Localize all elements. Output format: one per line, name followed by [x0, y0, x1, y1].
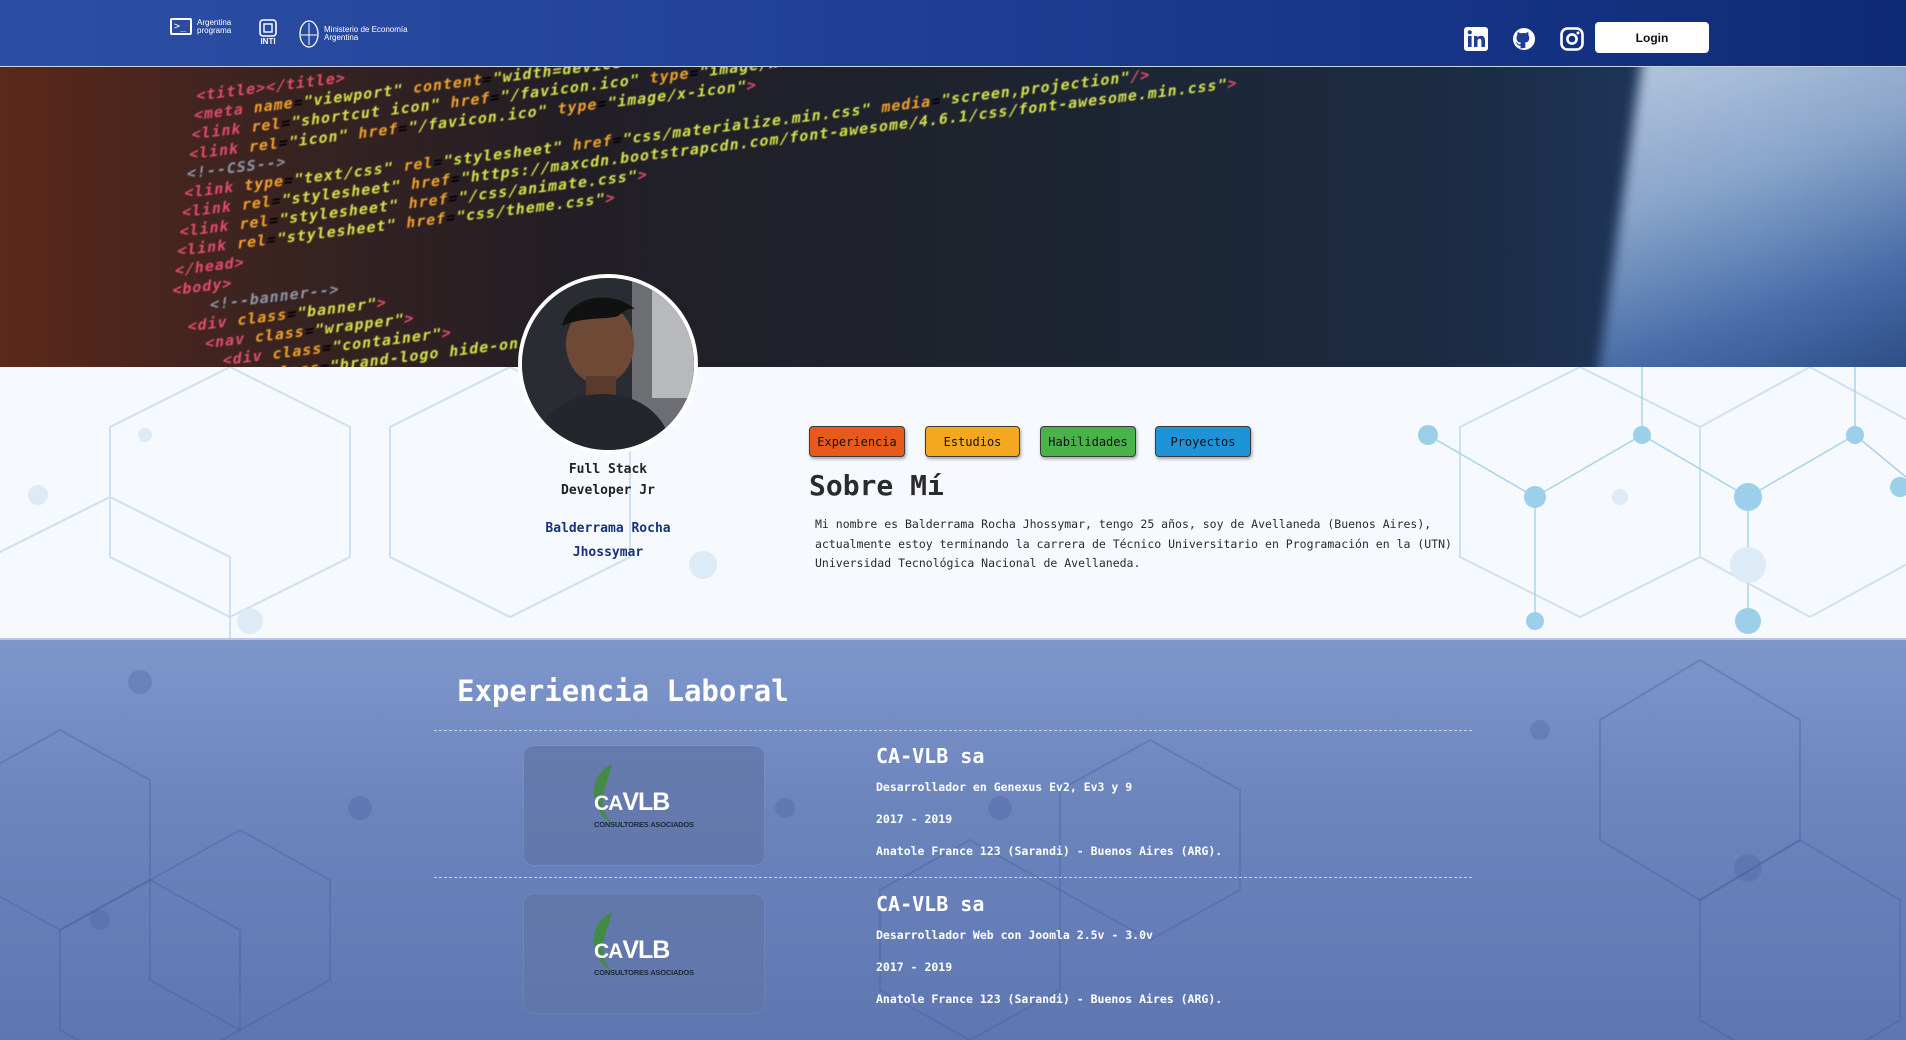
job-company: CA-VLB sa	[876, 892, 985, 916]
job-company: CA-VLB sa	[876, 744, 985, 768]
company-logo-card: CAVLB CONSULTORES ASOCIADOS	[524, 894, 764, 1013]
tab-habilidades[interactable]: Habilidades	[1040, 426, 1136, 457]
job-position: Desarrollador en Genexus Ev2, Ev3 y 9	[876, 780, 1133, 794]
about-description: Mi nombre es Balderrama Rocha Jhossymar,…	[815, 517, 1452, 570]
profile-role: Full Stack Developer Jr	[561, 462, 655, 498]
profile-name: Balderrama Rocha Jhossymar	[545, 521, 671, 560]
experience-section: Experiencia Laboral CAVLB CONSULTORES AS…	[0, 638, 1906, 1040]
linkedin-icon[interactable]	[1463, 26, 1489, 52]
login-button[interactable]: Login	[1595, 22, 1709, 53]
tab-estudios[interactable]: Estudios	[925, 426, 1020, 457]
company-logo-card: CAVLB CONSULTORES ASOCIADOS	[524, 746, 764, 865]
cavlb-logo-text: CAVLB	[594, 788, 670, 816]
instagram-icon[interactable]	[1559, 26, 1585, 52]
job-position: Desarrollador Web con Joomla 2.5v - 3.0v	[876, 928, 1153, 942]
hexagon-background	[0, 658, 1901, 1040]
top-navbar: >_ Argentina programa INTI Ministerio de…	[0, 0, 1906, 67]
experience-title: Experiencia Laboral	[457, 674, 789, 708]
github-icon[interactable]	[1511, 26, 1537, 52]
tab-proyectos[interactable]: Proyectos	[1155, 426, 1251, 457]
job-address: Anatole France 123 (Sarandi) - Buenos Ai…	[876, 844, 1223, 858]
divider	[434, 730, 1472, 731]
escudo-icon	[299, 20, 319, 48]
cavlb-logo-text: CAVLB	[594, 936, 670, 964]
about-section: Sobre Mí Mi nombre es Balderrama Rocha J…	[0, 367, 1906, 638]
job-period: 2017 - 2019	[876, 812, 953, 826]
job-period: 2017 - 2019	[876, 960, 953, 974]
inti-icon	[259, 19, 277, 37]
tab-experiencia[interactable]: Experiencia	[809, 426, 905, 457]
profile-avatar	[518, 274, 698, 454]
hexagon-network-background	[0, 367, 1906, 638]
job-address: Anatole France 123 (Sarandi) - Buenos Ai…	[876, 992, 1223, 1006]
terminal-icon: >_	[170, 18, 192, 35]
argentina-programa-logo: >_ Argentina programa	[170, 18, 231, 35]
code-banner-image: <title></title> <meta name="viewport" co…	[0, 67, 1906, 367]
inti-logo: INTI	[258, 18, 278, 46]
ministerio-economia-logo: Ministerio de Economía Argentina	[298, 18, 408, 50]
about-title: Sobre Mí	[809, 469, 944, 502]
divider	[434, 877, 1472, 878]
